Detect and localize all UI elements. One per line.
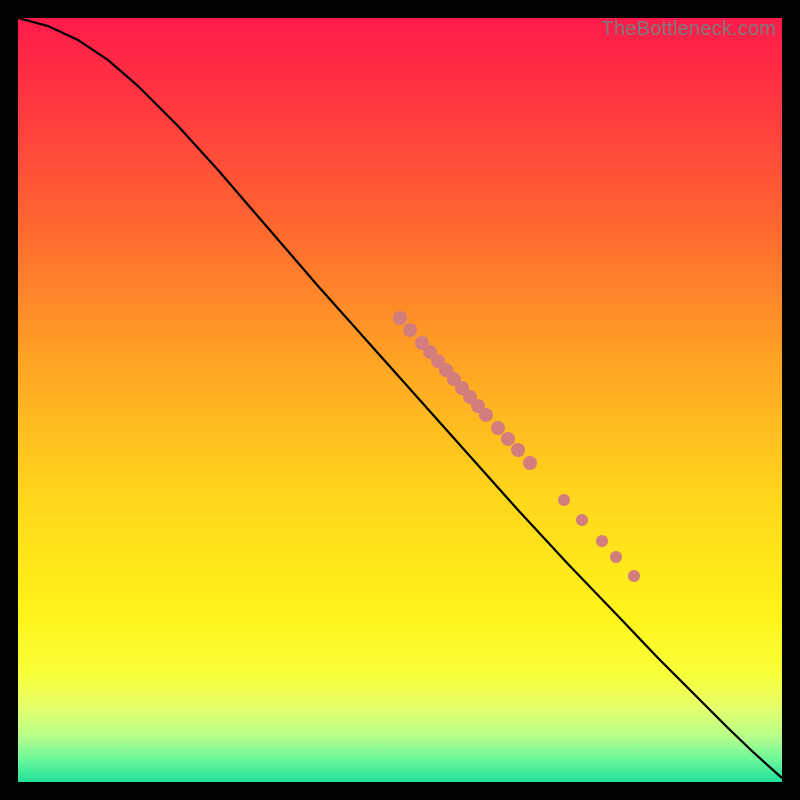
highlight-dot: [576, 514, 588, 526]
highlight-dot: [596, 535, 608, 547]
highlight-dot: [628, 570, 640, 582]
watermark-label: TheBottleneck.com: [601, 18, 776, 41]
highlight-dot: [523, 456, 537, 470]
highlight-dot: [501, 432, 515, 446]
highlight-dot: [491, 421, 505, 435]
plot-area: TheBottleneck.com: [18, 18, 782, 782]
highlight-dot: [479, 408, 493, 422]
highlight-dot: [610, 551, 622, 563]
highlight-dot: [511, 443, 525, 457]
highlight-dot: [403, 323, 417, 337]
highlight-dot: [558, 494, 570, 506]
chart-frame: TheBottleneck.com: [0, 0, 800, 800]
highlight-dot: [393, 311, 407, 325]
chart-canvas: [18, 18, 782, 782]
